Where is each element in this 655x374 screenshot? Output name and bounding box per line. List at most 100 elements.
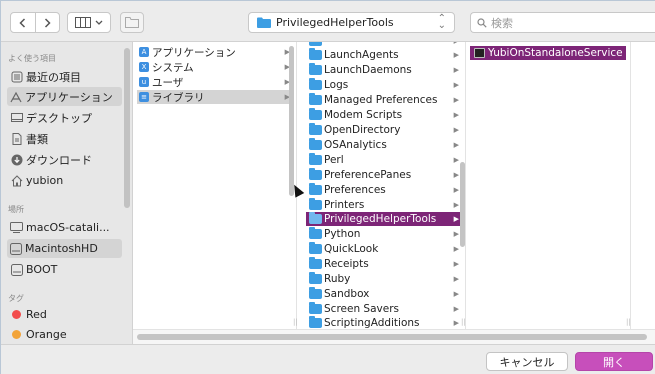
list-item[interactable]: Logs ▶	[306, 78, 463, 92]
list-item[interactable]: ScriptingAdditions ▶	[306, 316, 463, 329]
list-item-selected[interactable]: ≡ ライブラリ ▶	[137, 90, 294, 104]
cancel-button[interactable]: キャンセル	[486, 352, 568, 371]
chevron-right-icon: ▶	[453, 171, 459, 179]
path-label: PrivilegedHelperTools	[276, 16, 394, 29]
list-item[interactable]: QuickLook ▶	[306, 242, 463, 256]
list-item[interactable]: Receipts ▶	[306, 257, 463, 271]
forward-button[interactable]	[34, 13, 59, 32]
horizontal-scroll-thumb[interactable]	[137, 334, 647, 340]
list-item-selected[interactable]: PrivilegedHelperTools ▶	[306, 212, 463, 226]
list-item[interactable]: LaunchAgents ▶	[306, 48, 463, 62]
sidebar-item-applications[interactable]: アプリケーション	[7, 87, 122, 106]
sidebar-item-recents[interactable]: 最近の項目	[8, 67, 123, 86]
item-label: OSAnalytics	[324, 139, 387, 151]
folder-icon	[309, 302, 322, 314]
list-item[interactable]: Managed Preferences ▶	[306, 93, 463, 107]
column-resize-handle[interactable]: ||	[461, 318, 466, 326]
folder-icon	[309, 42, 322, 46]
folder-icon	[309, 183, 322, 195]
chevron-right-icon: ▶	[453, 51, 459, 59]
item-label: Receipts	[324, 258, 369, 270]
updown-icon: ⌃ ⌄	[437, 13, 446, 31]
chevron-right-icon: ▶	[453, 141, 459, 149]
sidebar-item-tag-orange[interactable]: Orange	[8, 325, 123, 344]
chevron-right-icon: ▶	[453, 156, 459, 164]
home-icon	[10, 174, 23, 187]
sidebar-item-macos-catalina[interactable]: macOS-catali...	[8, 218, 123, 237]
column-scrollbar[interactable]	[460, 162, 465, 247]
chevron-right-icon: ▶	[453, 66, 459, 74]
item-label: PrivilegedHelperTools	[324, 213, 437, 225]
list-item[interactable]: Modem Scripts ▶	[306, 108, 463, 122]
list-item[interactable]: Ruby ▶	[306, 272, 463, 286]
item-label: Managed Preferences	[324, 94, 438, 106]
item-label: Ruby	[324, 273, 351, 285]
view-mode-button[interactable]	[67, 12, 111, 33]
item-label: システム	[152, 61, 194, 74]
folder-icon	[309, 153, 322, 165]
folder-icon	[309, 78, 322, 90]
item-label: ScriptingAdditions	[324, 317, 420, 329]
list-item[interactable]: Printers ▶	[306, 198, 463, 212]
chevron-right-icon: ▶	[453, 111, 459, 119]
column-scrollbar[interactable]	[289, 46, 294, 196]
chevron-down-icon	[95, 20, 103, 25]
list-item[interactable]: u ユーザ ▶	[137, 75, 294, 89]
item-label: ライブラリ	[152, 91, 205, 104]
item-label: QuickLook	[324, 243, 379, 255]
sidebar-item-home[interactable]: yubion	[8, 171, 123, 190]
nav-buttons	[10, 12, 60, 33]
executable-icon	[474, 48, 485, 58]
sidebar-item-label: 書類	[26, 132, 48, 146]
list-item[interactable]: A アプリケーション ▶	[137, 45, 294, 59]
folder-icon	[309, 212, 322, 224]
chevron-right-icon: ▶	[453, 126, 459, 134]
list-item[interactable]: Screen Savers ▶	[306, 302, 463, 316]
sidebar-item-tag-red[interactable]: Red	[8, 305, 123, 324]
chevron-right-icon	[44, 17, 51, 28]
sidebar-item-documents[interactable]: 書類	[8, 129, 123, 148]
column-resize-handle[interactable]: ||	[293, 318, 298, 326]
item-label: ユーザ	[152, 76, 184, 89]
sidebar-item-label: ダウンロード	[26, 153, 92, 167]
list-item[interactable]: PreferencePanes ▶	[306, 168, 463, 182]
search-field[interactable]: 検索	[470, 12, 655, 33]
chevron-right-icon: ▶	[453, 96, 459, 104]
list-item[interactable]: Python ▶	[306, 227, 463, 241]
toolbar: PrivilegedHelperTools ⌃ ⌄ 検索	[1, 1, 655, 41]
sidebar-item-desktop[interactable]: デスクトップ	[8, 108, 123, 127]
search-icon	[477, 17, 487, 28]
column-view-icon	[75, 17, 91, 28]
sidebar-item-label: BOOT	[26, 263, 58, 276]
sidebar: よく使う項目 最近の項目 アプリケーション デスクトップ 書類 ダウンロード y…	[1, 41, 132, 344]
favorites-header: よく使う項目	[8, 54, 56, 63]
item-label: Logs	[324, 79, 349, 91]
back-button[interactable]	[11, 13, 35, 32]
column-divider[interactable]	[630, 42, 631, 329]
download-icon	[10, 153, 23, 166]
column-divider[interactable]	[465, 42, 466, 329]
folder-icon	[309, 93, 322, 105]
list-item[interactable]: LaunchDaemons ▶	[306, 63, 463, 77]
list-item[interactable]: Preferences ▶	[306, 183, 463, 197]
new-folder-button[interactable]	[120, 12, 144, 33]
item-label: Python	[324, 228, 361, 240]
sidebar-item-downloads[interactable]: ダウンロード	[8, 150, 123, 169]
open-button[interactable]: 開く	[575, 352, 653, 371]
list-item[interactable]: X システム ▶	[137, 60, 294, 74]
folder-icon	[309, 316, 322, 328]
list-item-selected[interactable]: YubiOnStandaloneService	[470, 46, 626, 60]
sidebar-item-boot[interactable]: BOOT	[8, 260, 123, 279]
chevron-right-icon: ▶	[453, 215, 459, 223]
sidebar-item-macintoshhd[interactable]: MacintoshHD	[7, 239, 122, 258]
horizontal-scrollbar[interactable]	[133, 329, 655, 345]
path-popup[interactable]: PrivilegedHelperTools ⌃ ⌄	[248, 12, 455, 33]
list-item[interactable]: Sandbox ▶	[306, 287, 463, 301]
chevron-right-icon: ▶	[453, 260, 459, 268]
list-item[interactable]: Perl ▶	[306, 153, 463, 167]
sidebar-scrollbar[interactable]	[124, 48, 130, 208]
item-label: Screen Savers	[324, 303, 399, 315]
list-item[interactable]: OSAnalytics ▶	[306, 138, 463, 152]
list-item[interactable]: OpenDirectory ▶	[306, 123, 463, 137]
column-resize-handle[interactable]: ||	[626, 318, 631, 326]
